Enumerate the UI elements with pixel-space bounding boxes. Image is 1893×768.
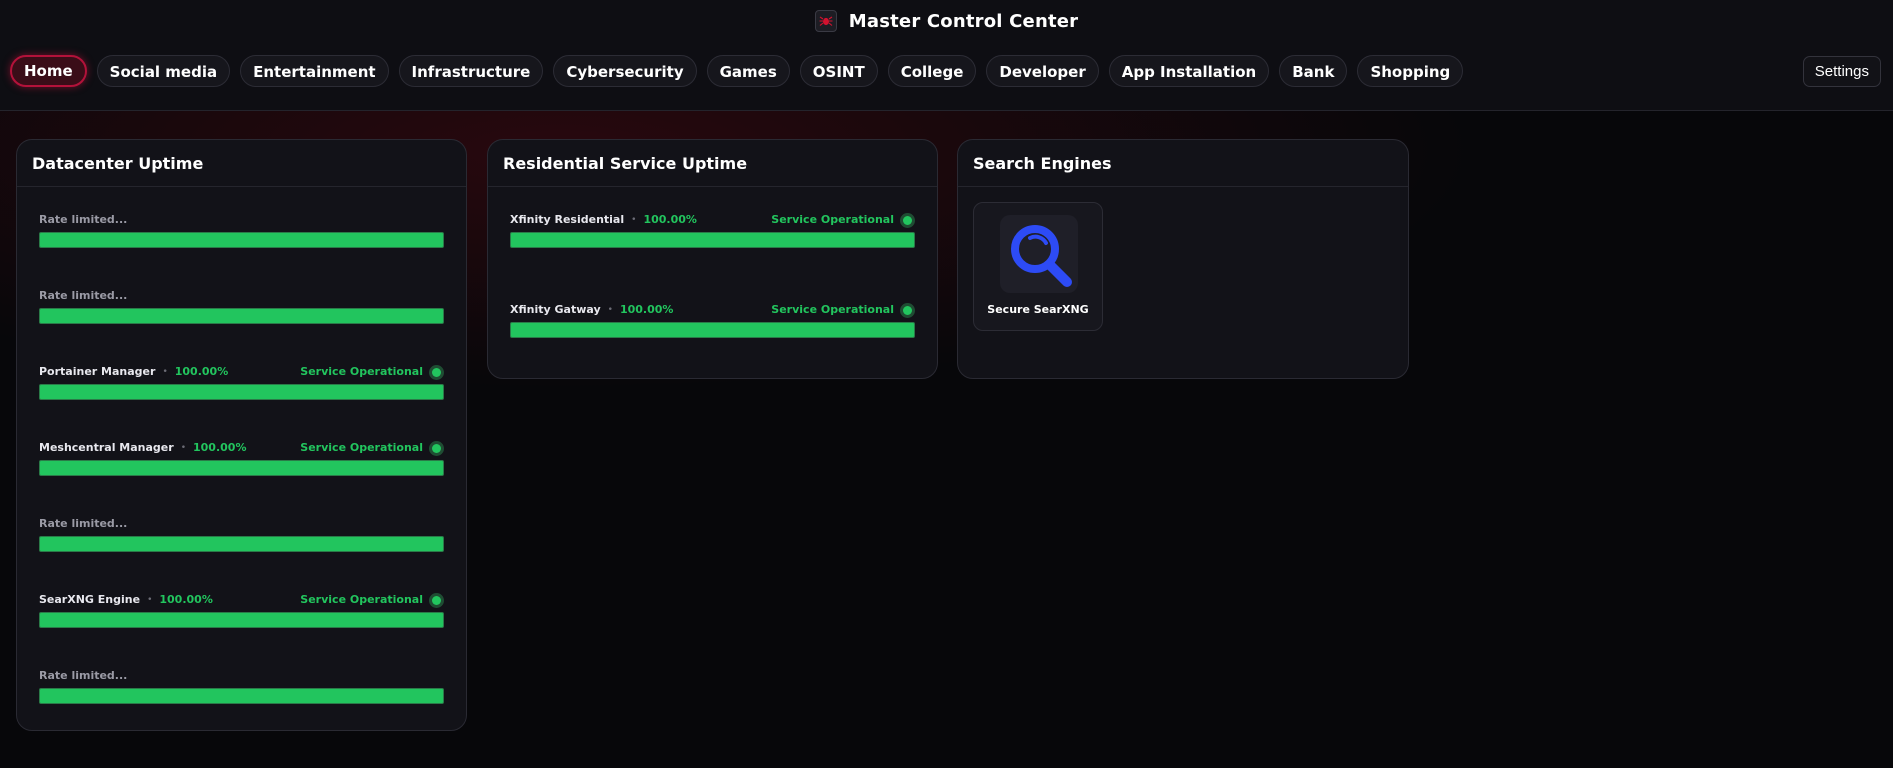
status-badge: Service Operational <box>300 440 444 456</box>
card-title: Datacenter Uptime <box>17 140 466 187</box>
status-text: Service Operational <box>300 441 423 454</box>
separator-dot: • <box>607 305 613 315</box>
status-text: Service Operational <box>771 303 894 316</box>
tab-college[interactable]: College <box>887 55 977 87</box>
monitor-row: Rate limited... <box>39 668 444 708</box>
settings-button[interactable]: Settings <box>1802 56 1881 87</box>
separator-dot: • <box>162 367 168 377</box>
tab-bank[interactable]: Bank <box>1279 55 1348 87</box>
monitor-name: SearXNG Engine <box>39 593 141 606</box>
tab-app-installation[interactable]: App Installation <box>1108 55 1270 87</box>
status-badge: Service Operational <box>771 212 915 228</box>
uptime-bar <box>39 460 444 476</box>
monitor-name: Xfinity Gatway <box>510 303 601 316</box>
tab-infrastructure[interactable]: Infrastructure <box>398 55 544 87</box>
tab-cybersecurity[interactable]: Cybersecurity <box>553 55 697 87</box>
uptime-percent: 100.00% <box>643 213 697 226</box>
uptime-percent: 100.00% <box>159 593 213 606</box>
status-dot-icon <box>429 440 444 456</box>
status-dot-icon <box>429 592 444 608</box>
spider-logo-icon <box>814 10 837 32</box>
tab-home[interactable]: Home <box>10 55 87 87</box>
search-engines-card: Search Engines Secure SearXNG <box>957 139 1409 379</box>
uptime-bar <box>39 612 444 628</box>
datacenter-uptime-card: Datacenter Uptime Rate limited... Rate l… <box>16 139 467 731</box>
residential-uptime-card: Residential Service Uptime Xfinity Resid… <box>487 139 938 379</box>
tab-social-media[interactable]: Social media <box>96 55 231 87</box>
monitor-row: Rate limited... <box>39 212 444 252</box>
separator-dot: • <box>180 443 186 453</box>
monitor-row: Rate limited... <box>39 516 444 556</box>
tile-label: Secure SearXNG <box>987 303 1089 316</box>
uptime-bar <box>510 322 915 338</box>
uptime-bar <box>510 232 915 248</box>
monitor-row: Xfinity Residential • 100.00% Service Op… <box>510 212 915 252</box>
tab-shopping[interactable]: Shopping <box>1357 55 1464 87</box>
top-bar: Master Control Center Home Social media … <box>0 0 1893 111</box>
tab-osint[interactable]: OSINT <box>799 55 878 87</box>
status-badge: Service Operational <box>300 592 444 608</box>
monitor-name: Meshcentral Manager <box>39 441 174 454</box>
card-title: Search Engines <box>958 140 1408 187</box>
status-text: Service Operational <box>300 593 423 606</box>
status-text: Service Operational <box>771 213 894 226</box>
status-dot-icon <box>900 302 915 318</box>
rate-limited-text: Rate limited... <box>39 517 128 530</box>
tab-games[interactable]: Games <box>706 55 790 87</box>
monitor-name: Xfinity Residential <box>510 213 625 226</box>
uptime-bar <box>39 536 444 552</box>
card-title: Residential Service Uptime <box>488 140 937 187</box>
separator-dot: • <box>147 595 153 605</box>
rate-limited-text: Rate limited... <box>39 213 128 226</box>
tab-developer[interactable]: Developer <box>986 55 1099 87</box>
monitor-name: Portainer Manager <box>39 365 156 378</box>
brand: Master Control Center <box>0 8 1893 34</box>
status-dot-icon <box>429 364 444 380</box>
uptime-bar <box>39 384 444 400</box>
uptime-percent: 100.00% <box>619 303 674 316</box>
status-badge: Service Operational <box>300 364 444 380</box>
uptime-percent: 100.00% <box>193 441 247 454</box>
page-title: Master Control Center <box>848 10 1079 32</box>
monitor-row: Portainer Manager • 100.00% Service Oper… <box>39 364 444 404</box>
uptime-bar <box>39 232 444 248</box>
separator-dot: • <box>631 215 637 225</box>
monitor-row: Meshcentral Manager • 100.00% Service Op… <box>39 440 444 480</box>
uptime-bar <box>39 688 444 704</box>
status-dot-icon <box>900 212 915 228</box>
monitor-row: SearXNG Engine • 100.00% Service Operati… <box>39 592 444 632</box>
app-tile-secure-searxng[interactable]: Secure SearXNG <box>973 202 1103 331</box>
monitor-row: Rate limited... <box>39 288 444 328</box>
magnifier-icon <box>1000 215 1078 293</box>
status-badge: Service Operational <box>771 302 915 318</box>
uptime-bar <box>39 308 444 324</box>
rate-limited-text: Rate limited... <box>39 289 128 302</box>
tab-entertainment[interactable]: Entertainment <box>240 55 389 87</box>
rate-limited-text: Rate limited... <box>39 669 128 682</box>
uptime-percent: 100.00% <box>174 365 229 378</box>
monitor-row: Xfinity Gatway • 100.00% Service Operati… <box>510 302 915 342</box>
category-nav: Home Social media Entertainment Infrastr… <box>10 55 1464 87</box>
status-text: Service Operational <box>300 365 423 378</box>
